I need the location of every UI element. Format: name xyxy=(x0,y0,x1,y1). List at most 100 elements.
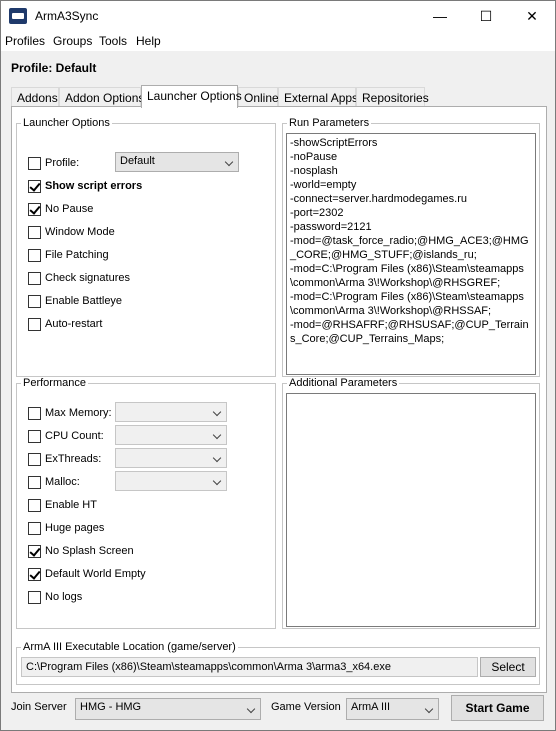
launcher-option-check-signatures-row: Check signatures xyxy=(28,270,130,286)
launcher-option-window-mode-checkbox[interactable] xyxy=(28,225,41,239)
performance-malloc-label: Malloc: xyxy=(45,476,80,488)
additional-parameters-input[interactable] xyxy=(286,393,536,627)
run-parameter-line: -port=2302 xyxy=(290,207,344,219)
game-version-select[interactable]: ArmA III xyxy=(346,698,439,720)
title-bar[interactable]: ArmA3Sync — ☐ ✕ xyxy=(1,1,555,31)
additional-parameters-group: Additional Parameters xyxy=(282,377,540,629)
tab-repositories[interactable]: Repositories xyxy=(356,87,429,107)
menu-groups[interactable]: Groups xyxy=(53,34,92,48)
performance-legend: Performance xyxy=(23,377,86,389)
run-parameter-line: -noPause xyxy=(290,151,338,163)
performance-huge-pages-checkbox[interactable] xyxy=(28,521,41,535)
performance-exthreads-row: ExThreads: xyxy=(28,451,101,467)
profile-heading: Profile: Default xyxy=(11,61,97,75)
launcher-option-window-mode-label: Window Mode xyxy=(45,226,115,238)
launcher-option-show-script-errors-checkbox[interactable] xyxy=(28,179,41,193)
profile-select[interactable]: Default xyxy=(115,152,239,172)
performance-exthreads-checkbox[interactable] xyxy=(28,452,41,466)
performance-no-splash-screen-checkbox[interactable] xyxy=(28,544,41,558)
run-parameter-line: -world=empty xyxy=(290,179,357,191)
chevron-down-icon xyxy=(224,157,234,167)
join-server-label: Join Server xyxy=(11,701,67,713)
launcher-options-panel: Launcher Options Profile: Default Show s… xyxy=(11,106,547,693)
window-title: ArmA3Sync xyxy=(35,9,99,23)
performance-max-memory-select[interactable] xyxy=(115,402,227,422)
performance-cpu-count-label: CPU Count: xyxy=(45,430,104,442)
game-version-label: Game Version xyxy=(271,701,341,713)
run-parameter-line: -mod=C:\Program Files (x86)\Steam\steama… xyxy=(290,263,524,289)
performance-no-splash-screen-label: No Splash Screen xyxy=(45,545,134,557)
minimize-icon[interactable]: — xyxy=(417,1,463,31)
performance-max-memory-label: Max Memory: xyxy=(45,407,112,419)
chevron-down-icon xyxy=(212,476,222,486)
performance-enable-ht-checkbox[interactable] xyxy=(28,498,41,512)
select-button[interactable]: Select xyxy=(480,657,536,677)
tab-addons[interactable]: Addons xyxy=(11,87,59,107)
launcher-option-check-signatures-label: Check signatures xyxy=(45,272,130,284)
menu-help[interactable]: Help xyxy=(136,34,161,48)
performance-malloc-row: Malloc: xyxy=(28,474,80,490)
launcher-options-group: Launcher Options Profile: Default Show s… xyxy=(16,117,276,377)
performance-exthreads-select[interactable] xyxy=(115,448,227,468)
performance-group: Performance Max Memory: CPU Count: ExThrea… xyxy=(16,377,276,629)
tab-addon-options[interactable]: Addon Options xyxy=(59,87,144,107)
performance-malloc-checkbox[interactable] xyxy=(28,475,41,489)
app-logo-icon xyxy=(9,8,27,24)
run-parameter-line: -connect=server.hardmodegames.ru xyxy=(290,193,468,205)
chevron-down-icon xyxy=(212,407,222,417)
performance-no-logs-checkbox[interactable] xyxy=(28,590,41,604)
performance-enable-ht-row: Enable HT xyxy=(28,497,97,513)
chevron-down-icon xyxy=(212,453,222,463)
chevron-down-icon xyxy=(212,430,222,440)
chevron-down-icon xyxy=(424,704,434,714)
close-icon[interactable]: ✕ xyxy=(509,1,555,31)
performance-huge-pages-label: Huge pages xyxy=(45,522,105,534)
launcher-option-no-pause-checkbox[interactable] xyxy=(28,202,41,216)
launcher-option-show-script-errors-row: Show script errors xyxy=(28,178,142,194)
performance-cpu-count-checkbox[interactable] xyxy=(28,429,41,443)
launcher-options-legend: Launcher Options xyxy=(23,117,110,129)
profile-checkbox-label: Profile: xyxy=(45,157,80,169)
performance-huge-pages-row: Huge pages xyxy=(28,520,104,536)
launcher-option-auto-restart-row: Auto-restart xyxy=(28,316,102,332)
launcher-option-enable-battleye-row: Enable Battleye xyxy=(28,293,122,309)
profile-checkbox[interactable] xyxy=(28,156,41,170)
menu-tools[interactable]: Tools xyxy=(99,34,127,48)
additional-parameters-legend: Additional Parameters xyxy=(289,377,398,389)
start-game-button[interactable]: Start Game xyxy=(451,695,544,721)
run-parameters-legend: Run Parameters xyxy=(289,117,370,129)
join-server-value: HMG - HMG xyxy=(80,701,142,713)
tab-launcher-options[interactable]: Launcher Options xyxy=(141,85,242,108)
performance-exthreads-label: ExThreads: xyxy=(45,453,102,465)
join-server-select[interactable]: HMG - HMG xyxy=(75,698,261,720)
performance-default-world-empty-label: Default World Empty xyxy=(45,568,146,580)
tab-online[interactable]: Online xyxy=(238,87,279,107)
performance-cpu-count-row: CPU Count: xyxy=(28,428,104,444)
launcher-option-window-mode-row: Window Mode xyxy=(28,224,115,240)
menu-profiles[interactable]: Profiles xyxy=(5,34,45,48)
executable-location-group: ArmA III Executable Location (game/serve… xyxy=(16,641,540,685)
launcher-option-show-script-errors-label: Show script errors xyxy=(45,180,143,192)
profile-select-value: Default xyxy=(120,155,155,167)
launcher-option-enable-battleye-label: Enable Battleye xyxy=(45,295,123,307)
launcher-option-file-patching-checkbox[interactable] xyxy=(28,248,41,262)
performance-malloc-select[interactable] xyxy=(115,471,227,491)
performance-cpu-count-select[interactable] xyxy=(115,425,227,445)
performance-default-world-empty-checkbox[interactable] xyxy=(28,567,41,581)
launcher-option-auto-restart-checkbox[interactable] xyxy=(28,317,41,331)
launcher-option-no-pause-label: No Pause xyxy=(45,203,94,215)
maximize-icon[interactable]: ☐ xyxy=(463,1,509,31)
profile-row: Profile: xyxy=(28,155,79,171)
launcher-option-enable-battleye-checkbox[interactable] xyxy=(28,294,41,308)
run-parameters-text[interactable]: -showScriptErrors -noPause -nosplash -world… xyxy=(286,133,536,375)
executable-path-field[interactable]: C:\Program Files (x86)\Steam\steamapps\c… xyxy=(21,657,478,677)
run-parameter-line: -showScriptErrors xyxy=(290,137,378,149)
tab-external-apps[interactable]: External Apps xyxy=(278,87,358,107)
executable-location-legend: ArmA III Executable Location (game/serve… xyxy=(23,641,236,653)
performance-max-memory-checkbox[interactable] xyxy=(28,406,41,420)
run-parameters-group: Run Parameters -showScriptErrors -noPause… xyxy=(282,117,540,377)
performance-default-world-empty-row: Default World Empty xyxy=(28,566,146,582)
performance-max-memory-row: Max Memory: xyxy=(28,405,112,421)
performance-no-logs-label: No logs xyxy=(45,591,83,603)
launcher-option-check-signatures-checkbox[interactable] xyxy=(28,271,41,285)
